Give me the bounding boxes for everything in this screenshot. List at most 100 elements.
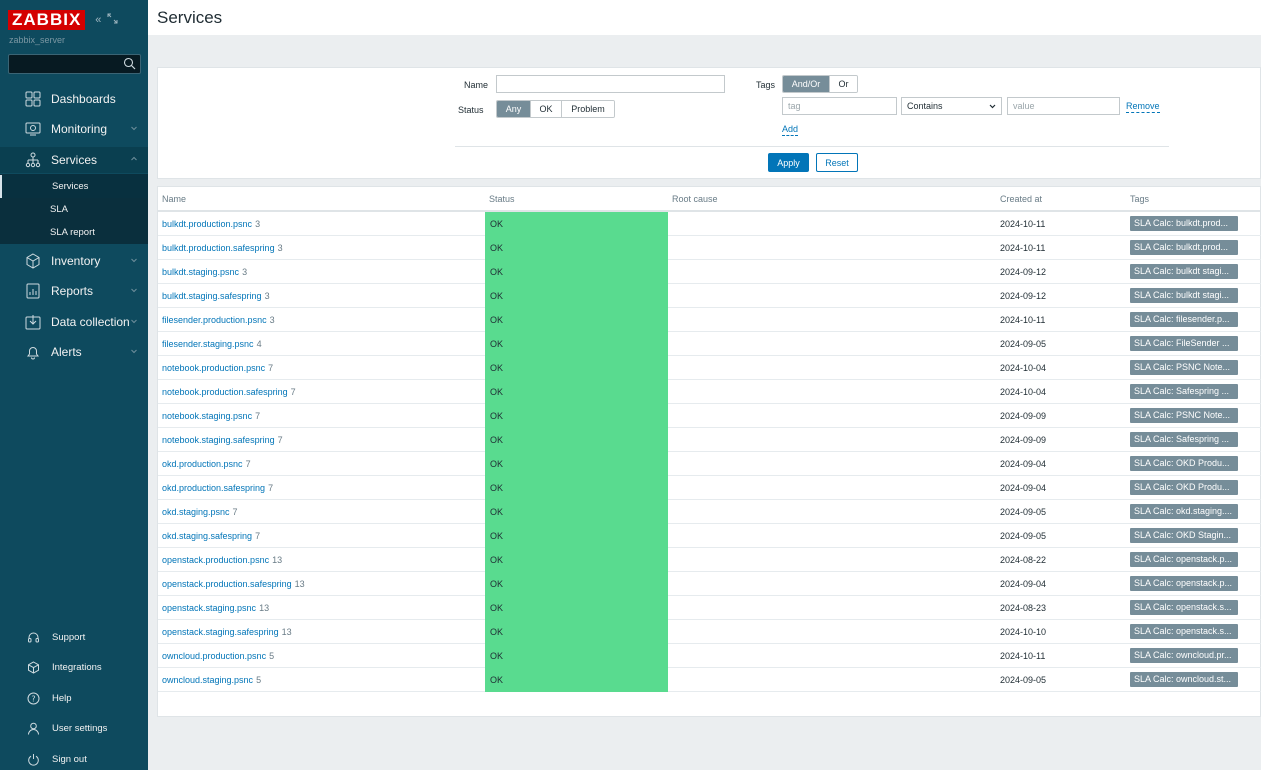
tag-badge[interactable]: SLA Calc: OKD Stagin...: [1130, 528, 1238, 543]
zabbix-logo[interactable]: ZABBIX: [8, 10, 86, 30]
service-name-link[interactable]: owncloud.staging.psnc: [162, 675, 253, 685]
service-name-link[interactable]: filesender.staging.psnc: [162, 339, 254, 349]
child-count-link[interactable]: 7: [268, 363, 273, 373]
kiosk-mode-icon[interactable]: [107, 13, 118, 27]
tag-badge[interactable]: SLA Calc: Safespring ...: [1130, 384, 1238, 399]
service-name-link[interactable]: okd.staging.psnc: [162, 507, 230, 517]
tag-badge[interactable]: SLA Calc: openstack.p...: [1130, 576, 1238, 591]
table-header: Name Status Root cause Created at Tags: [158, 187, 1261, 212]
sidebar-search-input[interactable]: [8, 54, 141, 74]
tag-badge[interactable]: SLA Calc: openstack.s...: [1130, 624, 1238, 639]
status-any-option[interactable]: Any: [497, 101, 531, 117]
menu-dashboards[interactable]: Dashboards: [0, 86, 148, 112]
menu-help[interactable]: ? Help: [0, 687, 148, 709]
menu-data-collection[interactable]: Data collection: [0, 309, 148, 335]
child-count-link[interactable]: 5: [256, 675, 261, 685]
tag-badge[interactable]: SLA Calc: openstack.p...: [1130, 552, 1238, 567]
header-created-at[interactable]: Created at: [1000, 194, 1042, 204]
tag-badge[interactable]: SLA Calc: filesender.p...: [1130, 312, 1238, 327]
tag-name-input[interactable]: [782, 97, 897, 115]
tag-badge[interactable]: SLA Calc: FileSender ...: [1130, 336, 1238, 351]
tag-badge[interactable]: SLA Calc: PSNC Note...: [1130, 360, 1238, 375]
submenu-sla-report[interactable]: SLA report: [0, 221, 148, 244]
tag-remove-link[interactable]: Remove: [1126, 101, 1160, 113]
child-count-link[interactable]: 3: [265, 291, 270, 301]
tag-operator-select[interactable]: Contains: [901, 97, 1002, 115]
tags-or-option[interactable]: Or: [830, 76, 857, 92]
tag-badge[interactable]: SLA Calc: owncloud.pr...: [1130, 648, 1238, 663]
child-count-link[interactable]: 3: [242, 267, 247, 277]
child-count-link[interactable]: 7: [255, 411, 260, 421]
service-name-link[interactable]: notebook.staging.safespring: [162, 435, 275, 445]
status-ok-option[interactable]: OK: [531, 101, 562, 117]
service-name-link[interactable]: bulkdt.production.safespring: [162, 243, 275, 253]
child-count-link[interactable]: 13: [295, 579, 305, 589]
child-count-link[interactable]: 3: [270, 315, 275, 325]
tags-andor-option[interactable]: And/Or: [783, 76, 830, 92]
service-name-cell: bulkdt.staging.safespring 3: [162, 291, 270, 301]
service-name-link[interactable]: filesender.production.psnc: [162, 315, 267, 325]
menu-support[interactable]: Support: [0, 626, 148, 648]
child-count-link[interactable]: 3: [255, 219, 260, 229]
tag-badge[interactable]: SLA Calc: PSNC Note...: [1130, 408, 1238, 423]
tag-badge[interactable]: SLA Calc: Safespring ...: [1130, 432, 1238, 447]
service-name-link[interactable]: openstack.production.psnc: [162, 555, 269, 565]
tag-value-input[interactable]: [1007, 97, 1120, 115]
child-count-link[interactable]: 7: [233, 507, 238, 517]
tag-badge[interactable]: SLA Calc: okd.staging....: [1130, 504, 1238, 519]
child-count-link[interactable]: 7: [246, 459, 251, 469]
child-count-link[interactable]: 13: [272, 555, 282, 565]
service-name-link[interactable]: bulkdt.production.psnc: [162, 219, 252, 229]
child-count-link[interactable]: 4: [257, 339, 262, 349]
header-name[interactable]: Name: [162, 194, 186, 204]
child-count-link[interactable]: 3: [278, 243, 283, 253]
menu-services[interactable]: Services: [0, 147, 148, 173]
service-name-link[interactable]: bulkdt.staging.psnc: [162, 267, 239, 277]
reset-button[interactable]: Reset: [816, 153, 858, 172]
tag-badge[interactable]: SLA Calc: bulkdt stagi...: [1130, 288, 1238, 303]
status-problem-option[interactable]: Problem: [562, 101, 614, 117]
tag-badge[interactable]: SLA Calc: bulkdt stagi...: [1130, 264, 1238, 279]
submenu-services[interactable]: Services: [0, 175, 148, 198]
table-row: openstack.production.safespring 13 OK 2024-…: [158, 572, 1261, 596]
menu-reports[interactable]: Reports: [0, 278, 148, 304]
menu-monitoring[interactable]: Monitoring: [0, 116, 148, 142]
child-count-link[interactable]: 7: [278, 435, 283, 445]
tag-badge[interactable]: SLA Calc: openstack.s...: [1130, 600, 1238, 615]
tag-badge[interactable]: SLA Calc: bulkdt.prod...: [1130, 216, 1238, 231]
submenu-sla[interactable]: SLA: [0, 198, 148, 221]
service-name-link[interactable]: okd.production.safespring: [162, 483, 265, 493]
service-name-link[interactable]: openstack.staging.safespring: [162, 627, 279, 637]
tag-badge[interactable]: SLA Calc: owncloud.st...: [1130, 672, 1238, 687]
menu-user-settings[interactable]: User settings: [0, 717, 148, 739]
service-name-link[interactable]: notebook.production.safespring: [162, 387, 288, 397]
service-name-link[interactable]: okd.staging.safespring: [162, 531, 252, 541]
child-count-link[interactable]: 7: [268, 483, 273, 493]
service-name-link[interactable]: notebook.staging.psnc: [162, 411, 252, 421]
tag-add-link[interactable]: Add: [782, 124, 799, 136]
child-count-link[interactable]: 7: [291, 387, 296, 397]
service-name-link[interactable]: openstack.staging.psnc: [162, 603, 256, 613]
child-count-link[interactable]: 13: [282, 627, 292, 637]
filter-name-input[interactable]: [496, 75, 725, 93]
menu-alerts[interactable]: Alerts: [0, 339, 148, 365]
table-row: notebook.staging.safespring 7 OK 2024-09-09…: [158, 428, 1261, 452]
menu-sign-out[interactable]: Sign out: [0, 748, 148, 770]
service-name-link[interactable]: bulkdt.staging.safespring: [162, 291, 262, 301]
child-count-link[interactable]: 5: [269, 651, 274, 661]
child-count-link[interactable]: 13: [259, 603, 269, 613]
service-name-link[interactable]: openstack.production.safespring: [162, 579, 292, 589]
child-count-link[interactable]: 7: [255, 531, 260, 541]
collapse-sidebar-icon[interactable]: «: [95, 14, 101, 26]
service-name-link[interactable]: okd.production.psnc: [162, 459, 243, 469]
menu-inventory[interactable]: Inventory: [0, 248, 148, 274]
tag-badge[interactable]: SLA Calc: OKD Produ...: [1130, 456, 1238, 471]
service-name-link[interactable]: notebook.production.psnc: [162, 363, 265, 373]
created-at-cell: 2024-10-04: [1000, 363, 1047, 373]
tag-badge[interactable]: SLA Calc: OKD Produ...: [1130, 480, 1238, 495]
tag-badge[interactable]: SLA Calc: bulkdt.prod...: [1130, 240, 1238, 255]
apply-button[interactable]: Apply: [768, 153, 809, 172]
menu-integrations[interactable]: Integrations: [0, 656, 148, 678]
search-icon[interactable]: [123, 57, 136, 70]
service-name-link[interactable]: owncloud.production.psnc: [162, 651, 266, 661]
